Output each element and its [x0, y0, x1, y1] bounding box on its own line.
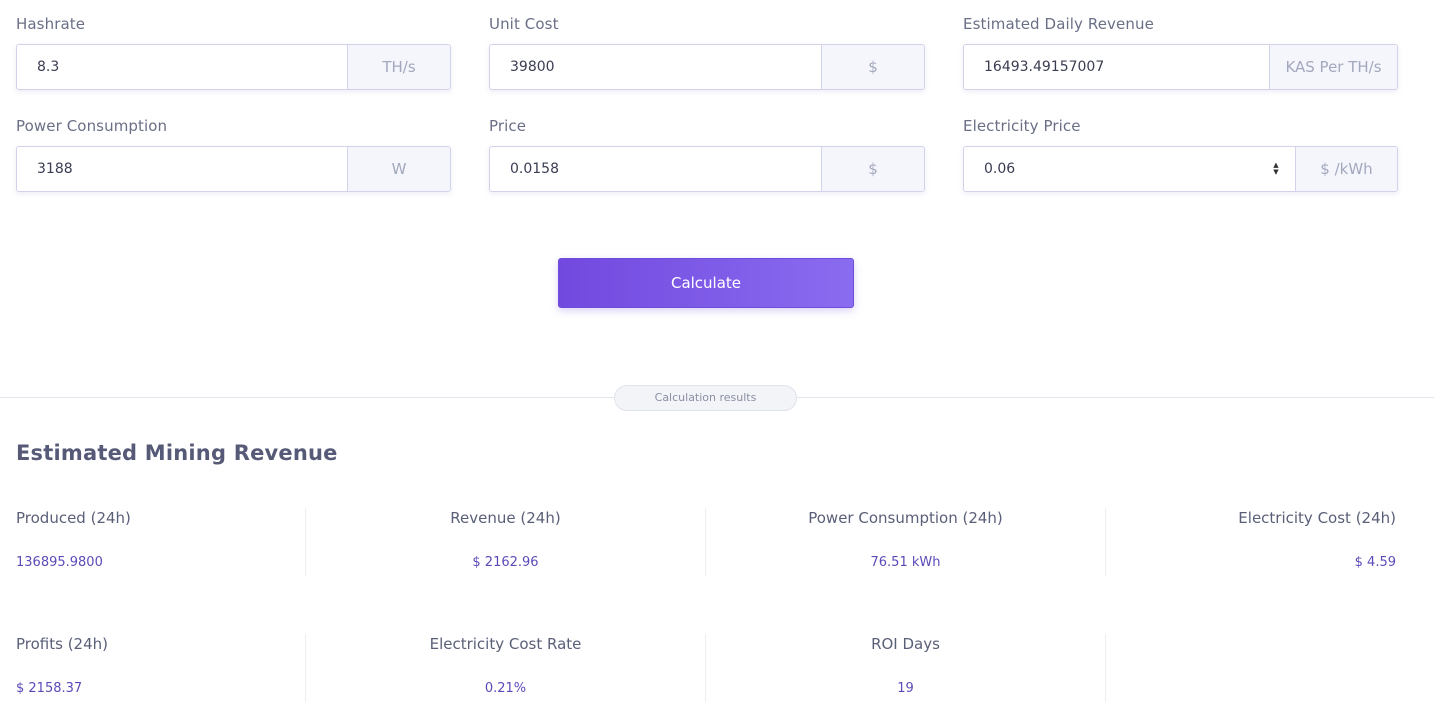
price-unit: $ — [821, 147, 924, 191]
stat-electricity-cost-value: $ 4.59 — [1354, 555, 1396, 570]
daily-revenue-label: Estimated Daily Revenue — [963, 15, 1154, 33]
results-divider-label: Calculation results — [614, 385, 797, 411]
unit-cost-label: Unit Cost — [489, 15, 559, 33]
price-input-group: $ — [489, 146, 925, 192]
stat-electricity-cost-label: Electricity Cost (24h) — [1238, 509, 1396, 527]
electricity-price-unit: $ /kWh — [1295, 147, 1397, 191]
hashrate-input[interactable] — [17, 45, 347, 89]
mining-calculator: Hashrate TH/s Unit Cost $ Estimated Dail… — [0, 0, 1434, 715]
price-field: Price $ — [489, 115, 925, 192]
hashrate-unit: TH/s — [347, 45, 450, 89]
price-label: Price — [489, 117, 527, 135]
price-input[interactable] — [490, 147, 821, 191]
results-title: Estimated Mining Revenue — [16, 441, 338, 465]
number-spinner-icon[interactable]: ▲ ▼ — [1269, 147, 1283, 191]
hashrate-input-group: TH/s — [16, 44, 451, 90]
daily-revenue-input-group: KAS Per TH/s — [963, 44, 1398, 90]
electricity-price-input[interactable] — [964, 147, 1269, 191]
power-label: Power Consumption — [16, 117, 168, 135]
unit-cost-input[interactable] — [490, 45, 821, 89]
power-unit: W — [347, 147, 450, 191]
stat-power-consumption-label: Power Consumption (24h) — [808, 509, 1003, 527]
stat-electricity-cost-rate-value: 0.21% — [484, 681, 527, 696]
stat-profits-value: $ 2158.37 — [16, 681, 83, 696]
daily-revenue-field: Estimated Daily Revenue KAS Per TH/s — [963, 13, 1398, 90]
electricity-price-field: Electricity Price ▲ ▼ $ /kWh — [963, 115, 1398, 192]
daily-revenue-input[interactable] — [964, 45, 1269, 89]
stat-roi-days-value: 19 — [897, 681, 914, 696]
stat-produced-label: Produced (24h) — [16, 509, 131, 527]
stat-revenue: Revenue (24h) $ 2162.96 — [306, 508, 705, 576]
stat-profits-label: Profits (24h) — [16, 635, 109, 653]
daily-revenue-unit: KAS Per TH/s — [1269, 45, 1397, 89]
unit-cost-field: Unit Cost $ — [489, 13, 925, 90]
power-input[interactable] — [17, 147, 347, 191]
electricity-price-label: Electricity Price — [963, 117, 1081, 135]
calculate-button[interactable]: Calculate — [558, 258, 854, 308]
spinner-down-icon[interactable]: ▼ — [1273, 169, 1278, 176]
stat-revenue-label: Revenue (24h) — [450, 509, 561, 527]
stat-electricity-cost-rate: Electricity Cost Rate 0.21% — [306, 634, 705, 702]
stat-roi-days-label: ROI Days — [871, 635, 940, 653]
power-input-group: W — [16, 146, 451, 192]
stat-electricity-cost-rate-label: Electricity Cost Rate — [429, 635, 582, 653]
stat-produced-value: 136895.9800 — [16, 555, 103, 570]
stat-roi-days: ROI Days 19 — [706, 634, 1105, 702]
stat-produced: Produced (24h) 136895.9800 — [16, 508, 296, 576]
stat-profits: Profits (24h) $ 2158.37 — [16, 634, 296, 702]
unit-cost-unit: $ — [821, 45, 924, 89]
unit-cost-input-group: $ — [489, 44, 925, 90]
hashrate-label: Hashrate — [16, 15, 86, 33]
electricity-price-input-group: ▲ ▼ $ /kWh — [963, 146, 1398, 192]
stat-power-consumption: Power Consumption (24h) 76.51 kWh — [706, 508, 1105, 576]
hashrate-field: Hashrate TH/s — [16, 13, 451, 90]
stat-revenue-value: $ 2162.96 — [472, 555, 539, 570]
power-field: Power Consumption W — [16, 115, 451, 192]
stat-separator — [1105, 634, 1106, 702]
stat-power-consumption-value: 76.51 kWh — [870, 555, 941, 570]
stat-electricity-cost: Electricity Cost (24h) $ 4.59 — [1106, 508, 1396, 576]
